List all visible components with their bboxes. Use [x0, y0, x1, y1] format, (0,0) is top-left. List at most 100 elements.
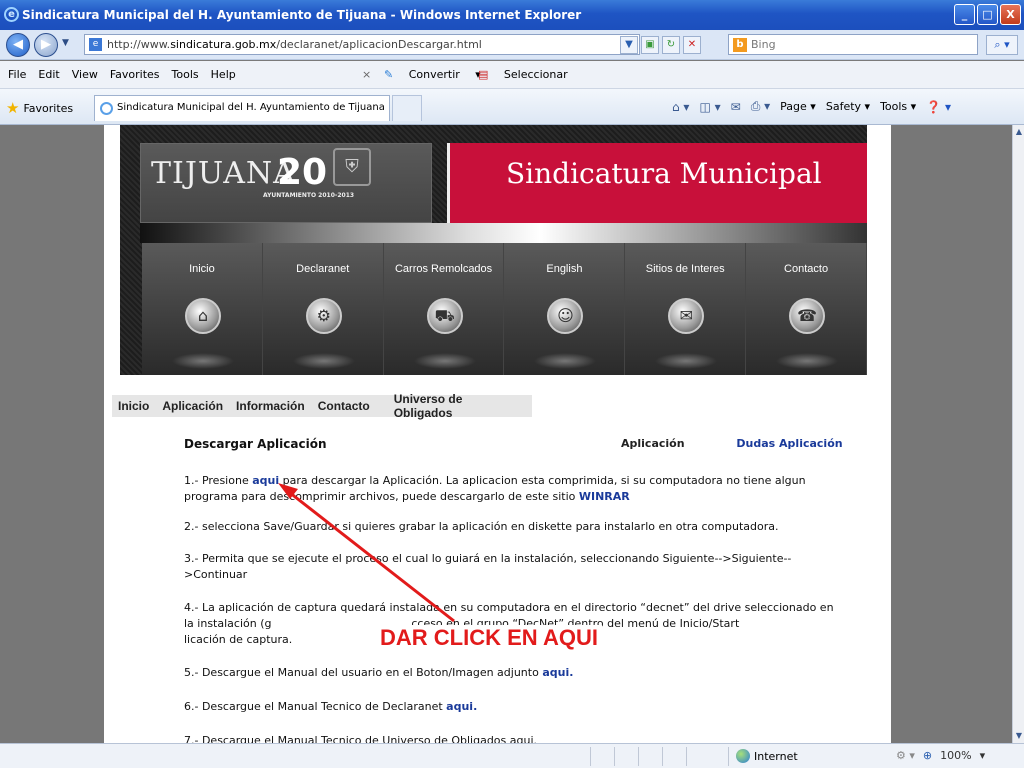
subnav-universo[interactable]: Universo de Obligados	[394, 392, 519, 420]
tijuana-logo[interactable]: TIJUANA 20 ⛨ AYUNTAMIENTO 2010-2013	[140, 143, 432, 223]
home-icon[interactable]: ⌂ ▾	[672, 100, 689, 114]
zone-label: Internet	[754, 749, 798, 763]
new-tab-button[interactable]	[392, 95, 422, 121]
bing-icon: b	[733, 38, 747, 52]
seleccionar-label: Seleccionar	[503, 68, 568, 81]
protected-mode-icon: ⚙ ▾	[896, 749, 915, 762]
compatibility-icon[interactable]: ▣	[641, 36, 659, 54]
toolbar-close-icon[interactable]: ×	[362, 68, 371, 81]
vertical-scrollbar[interactable]: ▲ ▼	[1012, 125, 1024, 743]
window-titlebar: e Sindicatura Municipal del H. Ayuntamie…	[0, 0, 1024, 30]
maximize-button[interactable]: □	[977, 4, 998, 25]
search-input[interactable]: b Bing	[728, 34, 978, 55]
stop-icon[interactable]: ✕	[683, 36, 701, 54]
status-divider	[686, 747, 687, 766]
back-button[interactable]: ◀	[6, 33, 30, 57]
help-icon[interactable]: ❓ ▾	[926, 100, 951, 114]
nav-sitios-label: Sitios de Interes	[645, 263, 725, 275]
menu-help[interactable]: Help	[211, 68, 236, 81]
nav-english[interactable]: English ☺	[504, 243, 626, 375]
nav-contacto-label: Contacto	[784, 263, 829, 275]
menu-edit[interactable]: Edit	[38, 68, 59, 81]
logo-text: TIJUANA	[151, 156, 296, 191]
subnav-informacion[interactable]: Información	[236, 399, 305, 413]
status-divider	[728, 747, 729, 766]
nav-reflection	[776, 353, 839, 369]
search-button[interactable]: ⌕ ▾	[986, 35, 1018, 55]
envelope-nav-icon: ✉	[668, 298, 705, 334]
tools-menu[interactable]: Tools ▾	[880, 100, 916, 113]
tools-menu-label: Tools	[880, 100, 908, 113]
feeds-icon[interactable]: ◫ ▾	[699, 100, 720, 114]
convertir-button[interactable]: ✎ Convertir ▾	[384, 68, 481, 81]
step-1: 1.- Presione aqui para descargar la Apli…	[184, 473, 834, 505]
manual-usuario-link[interactable]: aqui.	[542, 666, 573, 679]
nav-contacto[interactable]: Contacto ☎	[746, 243, 867, 375]
winrar-link[interactable]: WINRAR	[579, 490, 630, 503]
favorites-bar: ★ Favorites Sindicatura Municipal del H.…	[0, 89, 1024, 125]
convertir-label: Convertir	[408, 68, 460, 81]
safety-menu[interactable]: Safety ▾	[826, 100, 870, 113]
menu-tools[interactable]: Tools	[172, 68, 199, 81]
print-icon[interactable]: ⎙ ▾	[751, 99, 770, 114]
address-tools: ▼ ▣ ↻ ✕	[620, 36, 701, 54]
menu-favorites[interactable]: Favorites	[110, 68, 160, 81]
scroll-down-icon[interactable]: ▼	[1013, 729, 1024, 743]
forward-button[interactable]: ▶	[34, 33, 58, 57]
subnav-aplicacion[interactable]: Aplicación	[162, 399, 223, 413]
page-menu[interactable]: Page ▾	[780, 100, 816, 113]
subnav-contacto[interactable]: Contacto	[318, 399, 370, 413]
security-zone[interactable]: Internet	[736, 749, 798, 763]
mail-icon[interactable]: ✉	[731, 100, 741, 114]
favorites-button[interactable]: ★ Favorites	[6, 99, 73, 117]
web-page: TIJUANA 20 ⛨ AYUNTAMIENTO 2010-2013 Sind…	[104, 125, 891, 743]
nav-carros-remolcados[interactable]: Carros Remolcados ⛟	[383, 243, 505, 375]
minimize-button[interactable]: _	[954, 4, 975, 25]
nav-inicio[interactable]: Inicio ⌂	[142, 243, 263, 375]
close-button[interactable]: X	[1000, 4, 1021, 25]
page-menu-label: Page	[780, 100, 807, 113]
sub-navigation: Inicio Aplicación Información Contacto U…	[112, 392, 532, 420]
nav-inicio-label: Inicio	[189, 263, 215, 275]
history-dropdown-icon[interactable]: ▼	[62, 38, 69, 48]
tab-ie-icon	[100, 102, 113, 115]
status-divider	[662, 747, 663, 766]
search-placeholder: Bing	[751, 38, 776, 51]
convertir-icon: ✎	[384, 68, 394, 81]
subnav-inicio[interactable]: Inicio	[118, 399, 149, 413]
menu-view[interactable]: View	[72, 68, 98, 81]
status-bar: Internet ⚙ ▾ ⊕ 100% ▾	[0, 743, 1024, 768]
address-dropdown-icon[interactable]: ▼	[620, 36, 638, 54]
address-input[interactable]: e http://www.sindicatura.gob.mx/declaran…	[84, 34, 640, 55]
menu-file[interactable]: File	[8, 68, 26, 81]
aplicacion-link[interactable]: Aplicación	[621, 437, 685, 450]
site-banner: Sindicatura Municipal	[447, 143, 867, 223]
scroll-up-icon[interactable]: ▲	[1013, 125, 1024, 139]
tab-title: Sindicatura Municipal del H. Ayuntamient…	[117, 102, 385, 113]
seleccionar-button[interactable]: ▤ Seleccionar	[478, 68, 580, 81]
zoom-dropdown-icon[interactable]: ▾	[980, 749, 986, 762]
nav-sitios-de-interes[interactable]: Sitios de Interes ✉	[625, 243, 747, 375]
safety-menu-label: Safety	[825, 100, 862, 113]
dudas-aplicacion-link[interactable]: Dudas Aplicación	[736, 437, 842, 450]
status-divider	[590, 747, 591, 766]
tow-truck-nav-icon: ⛟	[426, 298, 463, 334]
refresh-icon[interactable]: ↻	[662, 36, 680, 54]
nav-declaranet[interactable]: Declaranet ⚙	[262, 243, 384, 375]
nav-reflection	[655, 353, 718, 369]
nav-reflection	[534, 353, 597, 369]
zoom-control[interactable]: ⚙ ▾ ⊕ 100% ▾	[896, 749, 985, 762]
site-nav: Inicio ⌂ Declaranet ⚙ Carros Remolcados …	[142, 243, 867, 375]
phone-nav-icon: ☎	[789, 298, 826, 334]
step-5: 5.- Descargue el Manual del usuario en e…	[184, 665, 834, 681]
manual-tecnico-link[interactable]: aqui.	[446, 700, 477, 713]
zoom-level: 100%	[940, 749, 972, 762]
step-7: 7.- Descargue el Manual Tecnico de Unive…	[184, 734, 538, 743]
aqui-download-link[interactable]: aqui	[252, 474, 279, 487]
step-6: 6.- Descargue el Manual Tecnico de Decla…	[184, 699, 834, 715]
url-domain: sindicatura.gob.mx	[170, 38, 277, 51]
banner-title: Sindicatura Municipal	[506, 157, 822, 190]
favorites-star-icon: ★	[6, 99, 20, 117]
url-prefix: http://www.	[107, 38, 171, 51]
browser-tab[interactable]: Sindicatura Municipal del H. Ayuntamient…	[94, 95, 390, 121]
